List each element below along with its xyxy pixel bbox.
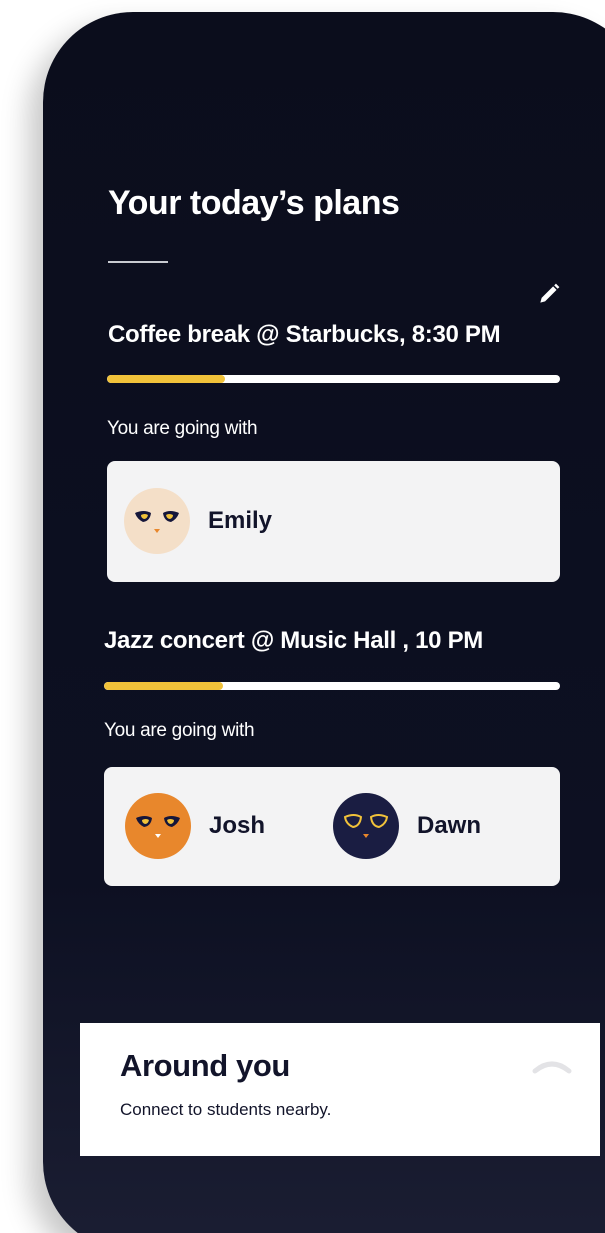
avatar <box>124 488 190 554</box>
companion-emily[interactable]: Emily <box>124 488 272 554</box>
title-divider <box>108 261 168 263</box>
plan-title-coffee[interactable]: Coffee break @ Starbucks, 8:30 PM <box>108 321 501 349</box>
chevron-up-icon[interactable] <box>532 1055 572 1075</box>
going-with-label: You are going with <box>104 720 255 741</box>
plan-title-jazz[interactable]: Jazz concert @ Music Hall , 10 PM <box>104 627 483 655</box>
companion-name: Emily <box>208 507 273 534</box>
around-you-sheet[interactable]: Around you Connect to students nearby. <box>80 1023 600 1156</box>
companions-card[interactable]: Emily <box>107 461 560 582</box>
pencil-icon[interactable] <box>536 281 562 307</box>
avatar <box>125 793 191 859</box>
around-you-title: Around you <box>120 1048 290 1083</box>
plan-progress-bar <box>107 375 560 383</box>
screen: Your today’s plans Coffee break @ Starbu… <box>0 0 605 1233</box>
going-with-label: You are going with <box>107 418 258 439</box>
companions-card[interactable]: Josh Dawn <box>104 767 560 886</box>
companion-name: Josh <box>209 812 266 839</box>
companion-josh[interactable]: Josh <box>125 793 265 859</box>
companion-name: Dawn <box>417 812 482 839</box>
plan-progress-fill <box>104 682 223 690</box>
avatar <box>333 793 399 859</box>
plan-progress-bar <box>104 682 560 690</box>
companion-dawn[interactable]: Dawn <box>333 793 481 859</box>
plan-progress-fill <box>107 375 225 383</box>
page-title: Your today’s plans <box>108 184 400 222</box>
around-you-subtitle: Connect to students nearby. <box>120 1100 332 1119</box>
